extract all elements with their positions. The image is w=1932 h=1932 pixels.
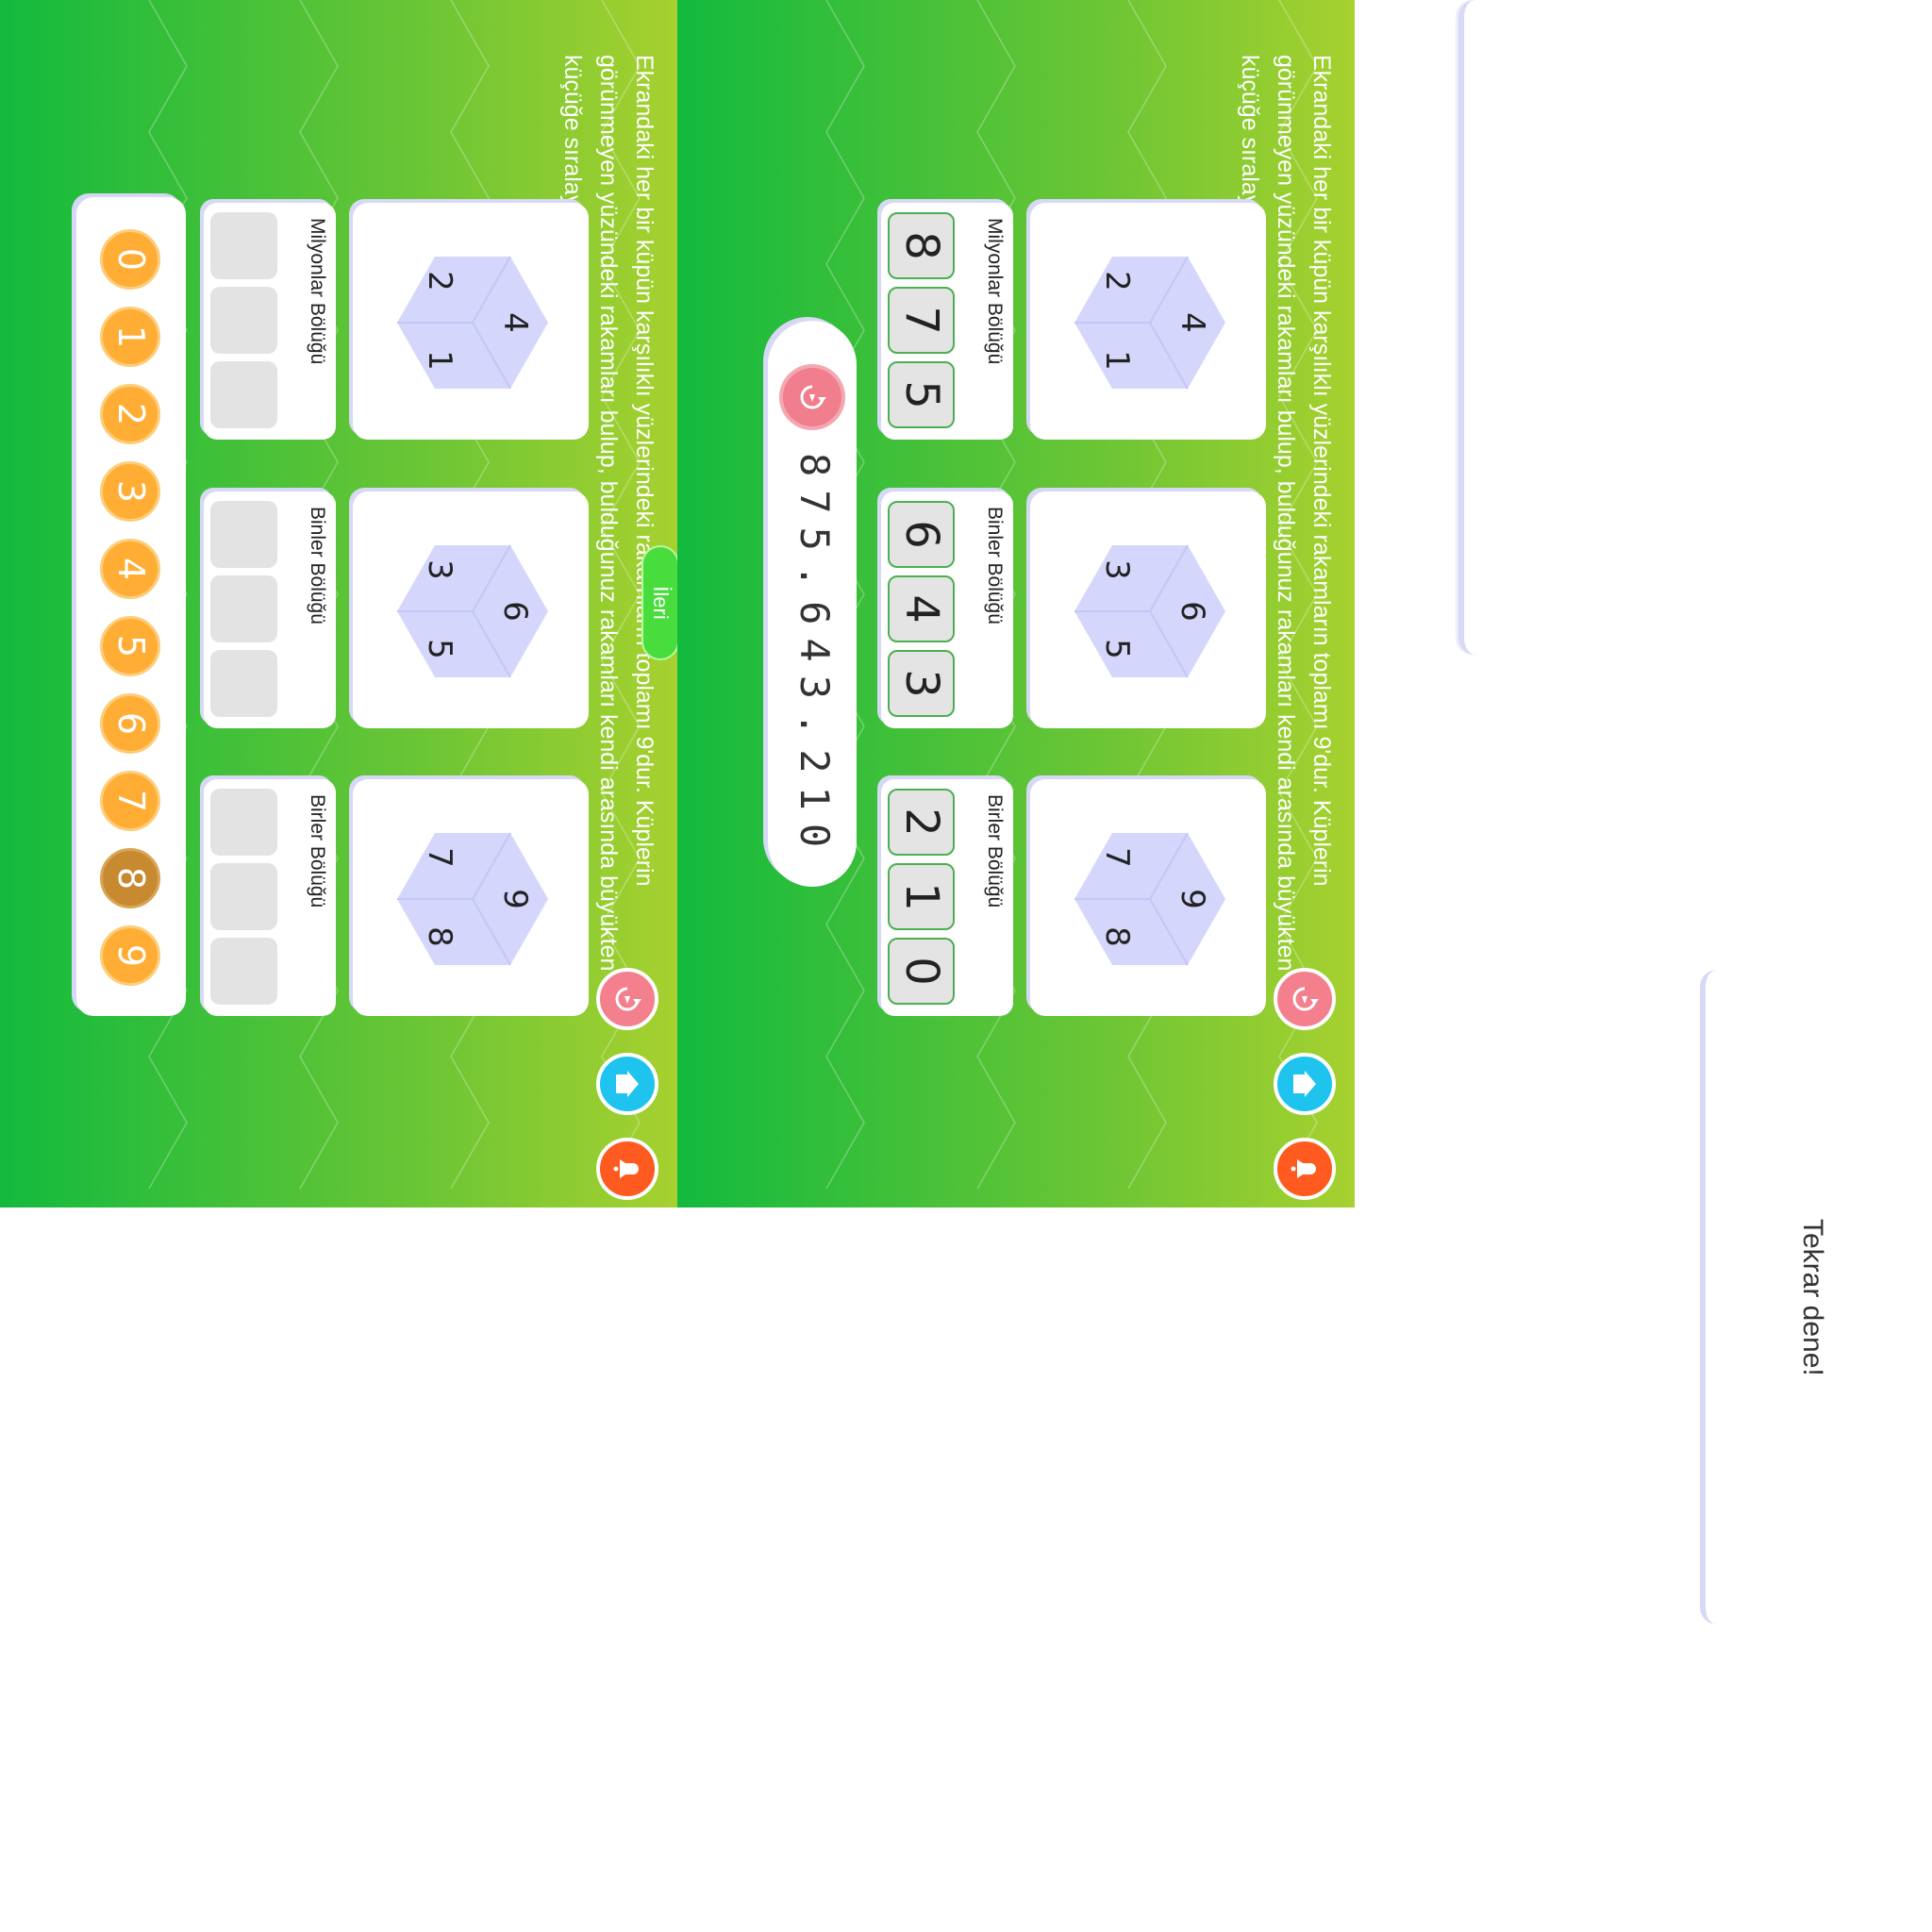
home-button[interactable] [1274, 1053, 1336, 1115]
group-label: Birler Bölüğü [307, 794, 328, 908]
answer-slot[interactable]: 3 [888, 650, 955, 717]
empty-slot[interactable] [210, 287, 277, 354]
empty-slot[interactable] [210, 789, 277, 856]
cube-face-right: 5 [421, 639, 458, 659]
group-label: Milyonlar Bölüğü [984, 218, 1006, 365]
sound-button[interactable] [1274, 1138, 1336, 1200]
cube-face-top: 6 [496, 601, 534, 622]
period-group-units: Birler Bölüğü [204, 779, 336, 1016]
cube-1: 4 2 1 [392, 252, 553, 393]
result-display: 875.643.210 [768, 321, 857, 887]
digit-coin-8[interactable]: 8 [100, 848, 160, 908]
digit-coin-3[interactable]: 3 [100, 461, 160, 522]
group-label: Binler Bölüğü [984, 507, 1006, 625]
cube-face-top: 4 [1174, 312, 1211, 333]
cube-2: 6 3 5 [1070, 541, 1230, 682]
period-group-thousands: Binler Bölüğü 6 4 3 [881, 491, 1013, 728]
cube-3: 9 7 8 [1070, 828, 1230, 970]
reset-icon [800, 385, 826, 409]
group-label: Birler Bölüğü [984, 794, 1006, 908]
period-group-millions: Milyonlar Bölüğü 8 7 5 [881, 203, 1013, 440]
feedback-message: Tekrar dene! [1797, 1219, 1828, 1376]
cube-face-right: 8 [1098, 926, 1136, 947]
reset-icon [1292, 987, 1319, 1011]
cube-2: 6 3 5 [392, 541, 553, 682]
feedback-panel-top [1458, 0, 1932, 655]
sound-icon [613, 1159, 639, 1178]
cube-face-right: 5 [1098, 639, 1136, 659]
answer-slot[interactable]: 6 [888, 501, 955, 568]
home-icon [616, 1071, 639, 1097]
game-screen-answered: Ekrandaki her bir küpün karşılıklı yüzle… [677, 0, 1355, 1208]
cube-face-left: 7 [1098, 847, 1136, 868]
empty-slot[interactable] [210, 575, 277, 642]
empty-slot[interactable] [210, 361, 277, 428]
digit-coin-1[interactable]: 1 [100, 307, 160, 367]
digit-coin-5[interactable]: 5 [100, 616, 160, 676]
empty-slot[interactable] [210, 938, 277, 1005]
cube-face-top: 6 [1174, 601, 1211, 622]
home-button[interactable] [596, 1053, 658, 1115]
group-label: Milyonlar Bölüğü [307, 218, 328, 365]
answer-slot[interactable]: 8 [888, 212, 955, 279]
cube-face-top: 9 [1174, 889, 1211, 909]
answer-slot[interactable]: 5 [888, 361, 955, 428]
empty-slot[interactable] [210, 212, 277, 279]
answer-slot[interactable]: 1 [888, 863, 955, 930]
digit-coin-9[interactable]: 9 [100, 925, 160, 986]
sound-button[interactable] [596, 1138, 658, 1200]
cube-face-top: 4 [496, 312, 534, 333]
group-label: Binler Bölüğü [307, 507, 328, 625]
reset-button[interactable] [596, 968, 658, 1030]
cube-face-left: 3 [1098, 559, 1136, 580]
cube-face-right: 1 [1098, 350, 1136, 371]
cube-face-right: 8 [421, 926, 458, 947]
result-number: 875.643.210 [791, 453, 838, 861]
digit-coin-7[interactable]: 7 [100, 771, 160, 831]
period-group-thousands: Binler Bölüğü [204, 491, 336, 728]
next-button[interactable]: İleri [641, 545, 677, 660]
home-icon [1293, 1071, 1316, 1097]
game-screen-empty: Ekrandaki her bir küpün karşılıklı yüzle… [0, 0, 677, 1208]
digit-coin-4[interactable]: 4 [100, 539, 160, 599]
digit-coin-6[interactable]: 6 [100, 693, 160, 754]
result-reset-button[interactable] [783, 368, 841, 426]
cube-card-3: 9 7 8 [353, 779, 589, 1016]
period-group-millions: Milyonlar Bölüğü [204, 203, 336, 440]
cube-card-1: 4 2 1 [1030, 203, 1266, 440]
cube-card-2: 6 3 5 [353, 491, 589, 728]
cube-card-2: 6 3 5 [1030, 491, 1266, 728]
cube-face-left: 2 [1098, 271, 1136, 291]
cube-face-left: 3 [421, 559, 458, 580]
screenshot-sheet: Ekrandaki her bir küpün karşılıklı yüzle… [0, 0, 1355, 1208]
sound-icon [1291, 1159, 1316, 1178]
cube-3: 9 7 8 [392, 828, 553, 970]
empty-slot[interactable] [210, 501, 277, 568]
cube-face-left: 2 [421, 271, 458, 291]
period-group-units: Birler Bölüğü 2 1 0 [881, 779, 1013, 1016]
cube-face-right: 1 [421, 350, 458, 371]
empty-slot[interactable] [210, 863, 277, 930]
reset-icon [615, 987, 641, 1011]
answer-slot[interactable]: 0 [888, 938, 955, 1005]
empty-slot[interactable] [210, 650, 277, 717]
reset-button[interactable] [1274, 968, 1336, 1030]
cube-card-3: 9 7 8 [1030, 779, 1266, 1016]
cube-card-1: 4 2 1 [353, 203, 589, 440]
answer-slot[interactable]: 4 [888, 575, 955, 642]
cube-1: 4 2 1 [1070, 252, 1230, 393]
answer-slot[interactable]: 7 [888, 287, 955, 354]
answer-slot[interactable]: 2 [888, 789, 955, 856]
digit-coin-2[interactable]: 2 [100, 384, 160, 444]
cube-face-left: 7 [421, 847, 458, 868]
cube-face-top: 9 [496, 889, 534, 909]
digit-coin-0[interactable]: 0 [100, 229, 160, 290]
number-pad: 0 1 2 3 4 5 6 7 8 9 [76, 197, 186, 1016]
